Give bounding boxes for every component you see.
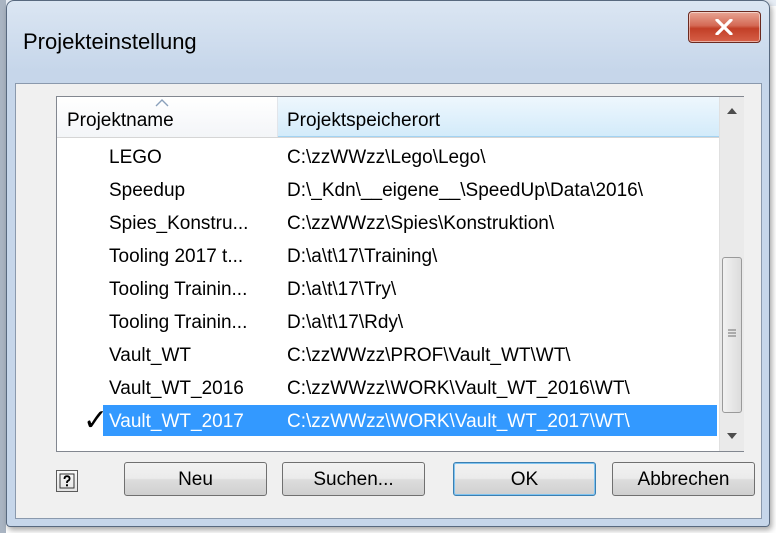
project-location: C:\zzWWzz\WORK\Vault_WT_2017\WT\ [287, 411, 630, 432]
project-location: D:\_Kdn\__eigene__\SpeedUp\Data\2016\ [287, 180, 643, 201]
list-header: Projektname Projektspeicherort [57, 97, 719, 138]
project-name: Speedup [109, 180, 186, 201]
help-button[interactable] [56, 470, 78, 492]
ok-button[interactable]: OK [453, 462, 596, 496]
column-label-name: Projektname [67, 110, 174, 131]
new-button[interactable]: Neu [124, 462, 267, 496]
project-location: D:\a\t\17\Training\ [287, 246, 438, 267]
project-name: Spies_Konstru... [109, 213, 249, 234]
scroll-thumb[interactable] [722, 257, 742, 413]
project-location: C:\zzWWzz\Spies\Konstruktion\ [287, 213, 555, 234]
dialog-title: Projekteinstellung [23, 29, 197, 54]
project-name: Tooling 2017 t... [109, 246, 244, 267]
dialog-window: Projekteinstellung Projektname Projektsp… [6, 0, 770, 527]
list-item[interactable]: Vault_WT C:\zzWWzz\PROF\Vault_WT\WT\ [57, 339, 719, 372]
list-item[interactable]: Speedup D:\_Kdn\__eigene__\SpeedUp\Data\… [57, 174, 719, 207]
close-button[interactable] [688, 11, 761, 43]
project-name: Tooling Trainin... [109, 312, 248, 333]
project-name: LEGO [109, 147, 162, 168]
project-location: C:\zzWWzz\Lego\Lego\ [287, 147, 486, 168]
cancel-button[interactable]: Abbrechen [612, 462, 755, 496]
project-list[interactable]: Projektname Projektspeicherort LEGO C:\z… [56, 96, 744, 452]
scroll-grip-icon [728, 329, 736, 337]
sort-ascending-icon [155, 99, 169, 107]
list-item[interactable]: Spies_Konstru... C:\zzWWzz\Spies\Konstru… [57, 207, 719, 240]
project-location: D:\a\t\17\Try\ [287, 279, 397, 300]
project-name: Vault_WT_2017 [109, 411, 244, 432]
active-project-checkmark-icon: ✓ [83, 404, 109, 437]
vertical-scrollbar[interactable] [719, 97, 744, 451]
close-icon [715, 19, 733, 35]
scroll-up-button[interactable] [722, 99, 742, 125]
list-item[interactable]: LEGO C:\zzWWzz\Lego\Lego\ [57, 141, 719, 174]
title-bar[interactable]: Projekteinstellung [7, 1, 769, 83]
project-location: D:\a\t\17\Rdy\ [287, 312, 404, 333]
scroll-up-arrow-icon [727, 108, 737, 114]
list-item[interactable]: Tooling Trainin... D:\a\t\17\Rdy\ [57, 306, 719, 339]
scroll-down-arrow-icon [727, 433, 737, 439]
list-item-selected[interactable]: ✓ Vault_WT_2017 C:\zzWWzz\WORK\Vault_WT_… [57, 404, 719, 438]
list-item[interactable]: Tooling Trainin... D:\a\t\17\Try\ [57, 273, 719, 306]
project-name: Vault_WT [109, 345, 192, 366]
project-location: C:\zzWWzz\PROF\Vault_WT\WT\ [287, 345, 571, 366]
project-name: Vault_WT_2016 [109, 378, 244, 399]
column-header-project-name[interactable]: Projektname [57, 97, 278, 137]
help-question-icon [59, 473, 75, 489]
dialog-client-area: Projektname Projektspeicherort LEGO C:\z… [15, 83, 762, 519]
column-header-project-location[interactable]: Projektspeicherort [278, 97, 719, 137]
search-button[interactable]: Suchen... [282, 462, 425, 496]
project-name: Tooling Trainin... [109, 279, 248, 300]
list-item[interactable]: Vault_WT_2016 C:\zzWWzz\WORK\Vault_WT_20… [57, 372, 719, 405]
project-location: C:\zzWWzz\WORK\Vault_WT_2016\WT\ [287, 378, 630, 399]
list-item[interactable]: Tooling 2017 t... D:\a\t\17\Training\ [57, 240, 719, 273]
scroll-down-button[interactable] [722, 423, 742, 449]
column-label-location: Projektspeicherort [287, 110, 441, 131]
